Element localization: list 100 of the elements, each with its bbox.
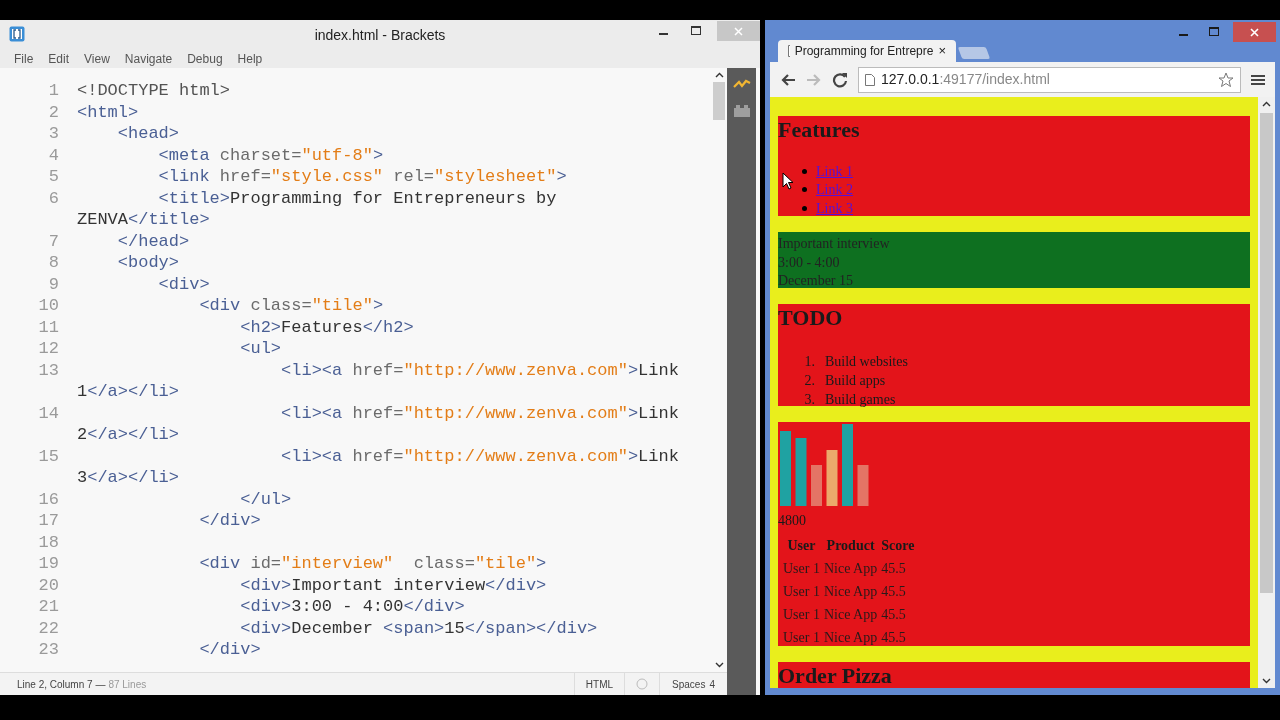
line-number: 21 [38,597,59,616]
code-line: </div> [198,510,261,532]
line-number: 13 [38,360,59,380]
cursor-position: Line 2, Column 7 — [17,677,106,692]
code-line: <li><a href="http://www.zenva.com">Link [280,359,679,382]
list-number: 3. [803,390,815,408]
code-line: </head> [116,230,190,253]
line-count: 87 Lines [108,677,147,692]
table-cell-text: User 1 [782,629,821,647]
line-number: 4 [48,145,59,165]
code-line: <div>December <span>15</span></div> [239,617,598,640]
code-line: <h2>Features</h2> [239,316,414,339]
bullet-icon [802,205,807,211]
line-number: 22 [38,618,59,638]
code-line: <ul> [239,338,282,360]
code-line: ZENVA</title> [77,209,210,231]
scroll-down-icon[interactable] [714,662,724,668]
line-number: 1 [48,81,59,100]
line-number: 19 [38,554,59,573]
mouse-pointer-icon [782,172,794,190]
reload-icon[interactable] [832,71,848,88]
table-cell-text: Nice App [822,560,879,578]
table-cell-text: Nice App [822,583,879,601]
code-line: <div id="interview" class="tile"> [198,553,547,575]
code-line: <link href="style.css" rel="stylesheet"> [157,166,567,188]
line-number: 18 [38,532,59,552]
app-logo-icon [9,26,25,42]
line-number: 5 [48,167,59,186]
code-line: 3</a></li> [77,467,180,489]
list-item: Build websites [825,353,908,370]
line-number: 15 [38,446,59,466]
back-icon[interactable] [780,72,796,87]
menu-item[interactable]: Edit [48,50,70,68]
bullet-icon [802,187,807,193]
extension-icon[interactable] [732,104,751,117]
close-icon [1250,27,1259,37]
code-line: <meta charset="utf-8"> [157,144,384,167]
code-line: </div> [198,639,261,661]
maximize-icon[interactable] [691,26,701,36]
code-line: <body> [116,252,180,274]
scroll-thumb[interactable] [1260,113,1273,593]
tab-title: Programming for Entrepre [794,43,934,60]
column-header: Product [825,537,876,555]
scrollbar[interactable] [1258,97,1275,688]
browser-tab[interactable]: Programming for Entrepre × [778,40,956,62]
code-line: <div class="tile"> [198,295,384,317]
column-header: Score [880,537,916,555]
section-heading: TODO [778,304,844,331]
text-line: 3:00 - 4:00 [778,253,840,270]
table-cell-text: User 1 [782,583,821,601]
line-number: 11 [38,317,59,337]
code-line: </ul> [239,488,292,511]
window-title: index.html - Brackets [314,25,446,45]
close-button[interactable] [1233,22,1276,42]
table-cell-text: User 1 [782,560,821,578]
stat-value: 4800 [778,512,806,530]
new-tab-button[interactable] [957,47,991,59]
line-number: 7 [48,231,59,251]
menu-item[interactable]: File [14,50,34,68]
list-number: 2. [803,371,815,389]
menu-item[interactable]: Help [237,50,263,68]
url-text: 127.0.0.1:49177/index.html [881,70,1050,89]
bookmark-star-icon[interactable] [1218,71,1234,88]
live-preview-icon[interactable] [732,78,751,90]
code-line: <html> [77,101,139,124]
scroll-up-icon[interactable] [1262,101,1271,107]
line-number: 2 [48,102,59,122]
line-number: 9 [48,274,59,294]
list-item: Build games [825,390,896,408]
code-line: 2</a></li> [77,424,180,446]
line-number: 12 [38,339,59,358]
table-cell-text: User 1 [782,606,821,624]
scroll-up-icon[interactable] [714,72,724,78]
code-line: <li><a href="http://www.zenva.com">Link [280,402,679,425]
table-cell-text: Nice App [822,629,879,647]
code-line: <li><a href="http://www.zenva.com">Link [280,445,679,468]
table-cell-text: 45.5 [880,629,907,647]
code-line: 1</a></li> [77,381,180,403]
address-bar[interactable]: 127.0.0.1:49177/index.html [858,66,1241,93]
line-number: 3 [48,124,59,143]
menu-item[interactable]: View [84,50,110,68]
line-number: 17 [38,511,59,530]
code-line: <div>3:00 - 4:00</div> [239,596,465,618]
menu-item[interactable]: Debug [187,50,223,68]
tab-close-button[interactable]: × [938,41,946,61]
scroll-thumb[interactable] [713,82,725,120]
text-line: December 15 [778,272,854,289]
table-cell-text: 45.5 [880,583,907,601]
menu-icon[interactable] [1251,73,1265,86]
bullet-icon [802,168,807,174]
line-number: 20 [38,575,59,595]
language-selector[interactable]: HTML [573,673,625,695]
line-number: 16 [38,489,59,509]
scroll-down-icon[interactable] [1262,678,1271,684]
menu-item[interactable]: Navigate [124,50,173,68]
text-line: Important interview [778,235,890,252]
line-number: 6 [48,188,59,208]
line-number: 14 [38,403,59,423]
list-number: 1. [803,353,815,370]
maximize-icon[interactable] [1209,27,1219,37]
